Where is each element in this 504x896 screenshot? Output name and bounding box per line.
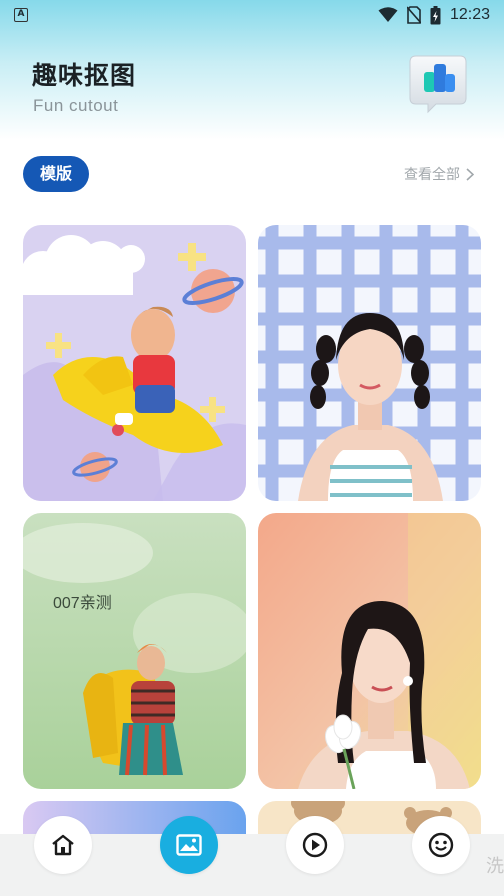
home-icon [52,834,74,856]
template-thumbnail [23,225,246,501]
nav-image-button[interactable] [160,816,218,874]
template-card-toddler[interactable] [23,225,246,501]
template-thumbnail [258,513,481,789]
view-all-link[interactable]: 查看全部 [404,164,474,184]
status-bar: A 12:23 [0,0,504,30]
image-icon [176,834,202,856]
bottom-navigation: 洗 [0,816,504,896]
corner-glyph: 洗 [486,856,504,877]
template-thumbnail [258,225,481,501]
template-thumbnail [23,513,246,789]
tab-templates[interactable]: 模版 [23,156,89,192]
keyboard-indicator-icon: A [14,8,28,22]
template-card-yellow-chair[interactable]: 007亲测 [23,513,246,789]
page-title: 趣味抠图 [32,61,137,90]
play-icon [302,832,328,858]
template-card-pigtails[interactable] [258,225,481,501]
nav-home-button[interactable] [34,816,92,874]
template-card-flower-portrait[interactable] [258,513,481,789]
page-subtitle: Fun cutout [33,96,119,115]
view-all-label: 查看全部 [404,167,460,183]
nav-video-button[interactable] [286,816,344,874]
template-caption: 007亲测 [53,595,112,612]
no-sim-icon [406,6,421,24]
nav-sticker-button[interactable] [412,816,470,874]
battery-icon [430,5,441,24]
clock: 12:23 [449,6,490,23]
chevron-right-icon [466,167,474,181]
wifi-icon [378,7,398,22]
smiley-icon [428,832,454,858]
chart-bubble-icon [409,55,467,114]
